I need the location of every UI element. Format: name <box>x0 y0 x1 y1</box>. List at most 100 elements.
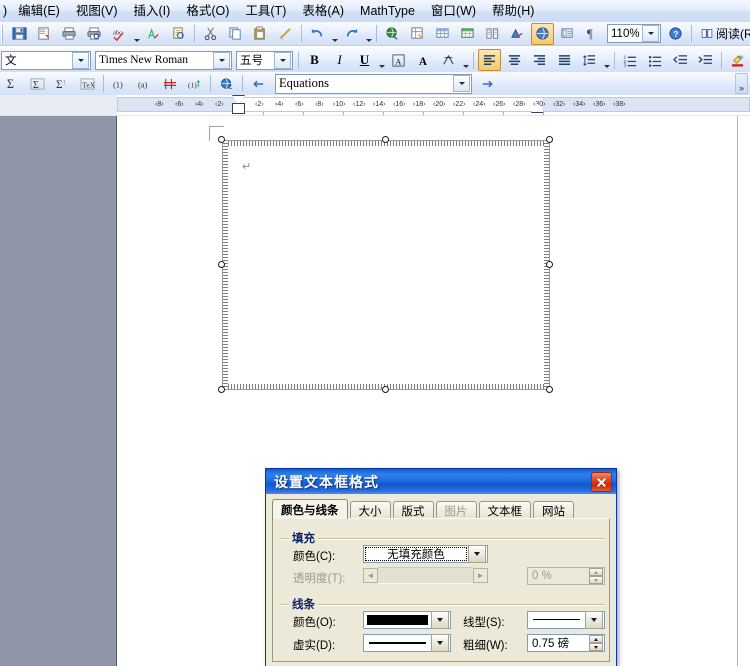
show-hide-formatting-icon[interactable]: ¶ <box>581 23 604 45</box>
font-combo[interactable]: Times New Roman <box>95 50 232 70</box>
line-weight-spin-down-icon[interactable] <box>589 643 603 651</box>
zoom-combo[interactable]: 110% <box>607 24 661 43</box>
equation-numbers-icon[interactable]: (1) <box>183 73 206 95</box>
insert-table-icon[interactable] <box>431 23 454 45</box>
format-painter-icon[interactable] <box>274 23 297 45</box>
resize-handle-sw[interactable] <box>218 386 225 393</box>
close-icon[interactable] <box>591 472 612 492</box>
menu-item-format[interactable]: 格式(O) <box>179 1 236 21</box>
insert-excel-worksheet-icon[interactable] <box>456 23 479 45</box>
style-combo[interactable]: 文 <box>1 50 91 70</box>
tab-layout[interactable]: 版式 <box>392 501 434 519</box>
line-weight-spin-buttons[interactable] <box>589 635 603 651</box>
right-numbered-equation-icon[interactable]: Σ! <box>51 73 74 95</box>
format-text-box-dialog[interactable]: 设置文本框格式 颜色与线条 大小 版式 图片 文本框 网站 填充 颜色(C): <box>265 468 617 666</box>
menu-item-0[interactable]: ) <box>1 1 9 21</box>
toolbar-options-icon[interactable]: » <box>735 73 748 94</box>
line-spacing-dropdown-icon[interactable] <box>602 48 611 72</box>
ruler-scale[interactable]: ‹8› ‹6› ‹4› ‹2› ‹2› ‹4› ‹6› ‹8› ‹10› ‹12› ‹14› ‹16›… <box>117 97 750 112</box>
menu-item-insert[interactable]: 插入(I) <box>127 1 178 21</box>
resize-handle-s[interactable] <box>382 386 389 393</box>
menu-item-tools[interactable]: 工具(T) <box>238 1 293 21</box>
bullet-list-icon[interactable] <box>644 49 667 71</box>
insert-arrow-icon[interactable] <box>247 73 270 95</box>
line-style-combo[interactable] <box>527 611 605 629</box>
equations-dropdown-arrow-icon[interactable] <box>453 75 470 92</box>
document-search-icon[interactable] <box>167 23 190 45</box>
display-equation-icon[interactable]: Σ <box>26 73 49 95</box>
thumbnails-icon[interactable] <box>556 23 579 45</box>
print-preview-icon[interactable] <box>83 23 106 45</box>
menu-item-window[interactable]: 窗口(W) <box>424 1 483 21</box>
read-button[interactable]: 阅读(R) <box>696 23 750 45</box>
undo-icon[interactable] <box>306 23 329 45</box>
undo-dropdown-icon[interactable] <box>330 22 339 46</box>
inline-equation-icon[interactable]: Σ <box>1 73 24 95</box>
increase-indent-icon[interactable] <box>694 49 717 71</box>
align-left-icon[interactable] <box>478 49 501 71</box>
line-color-combo[interactable] <box>363 611 451 629</box>
selected-text-box[interactable]: ↵ <box>218 136 553 393</box>
highlight-icon[interactable]: ab <box>726 49 749 71</box>
tab-size[interactable]: 大小 <box>349 501 391 519</box>
font-size-combo[interactable]: 五号 <box>236 50 293 70</box>
resize-handle-n[interactable] <box>382 136 389 143</box>
menu-item-help[interactable]: 帮助(H) <box>485 1 541 21</box>
toolbar-grip[interactable] <box>1 24 5 43</box>
line-weight-spin-up-icon[interactable] <box>589 635 603 643</box>
apply-equations-icon[interactable] <box>475 73 498 95</box>
tab-text-box[interactable]: 文本框 <box>478 501 531 519</box>
line-dashed-dropdown-arrow-icon[interactable] <box>431 634 449 652</box>
insert-number-icon[interactable]: (1) <box>108 73 131 95</box>
menu-item-edit[interactable]: 编辑(E) <box>11 1 67 21</box>
fill-color-dropdown-arrow-icon[interactable] <box>468 545 486 563</box>
bold-button[interactable]: B <box>303 49 326 71</box>
resize-handle-e[interactable] <box>546 261 553 268</box>
open-mail-icon[interactable] <box>33 23 56 45</box>
font-dropdown-arrow-icon[interactable] <box>213 51 230 69</box>
line-spacing-icon[interactable] <box>578 49 601 71</box>
tab-web[interactable]: 网站 <box>533 501 574 519</box>
spell-check-dropdown-icon[interactable] <box>132 22 141 46</box>
justify-icon[interactable] <box>553 49 576 71</box>
print-icon[interactable] <box>58 23 81 45</box>
help-icon[interactable]: ? <box>664 23 687 45</box>
align-center-icon[interactable] <box>503 49 526 71</box>
task-pane-panel[interactable] <box>0 116 116 666</box>
copy-icon[interactable] <box>224 23 247 45</box>
resize-handle-w[interactable] <box>218 261 225 268</box>
browse-web-icon[interactable]: Σ <box>215 73 238 95</box>
underline-button[interactable]: U <box>353 49 376 71</box>
spell-check-icon[interactable]: abc <box>108 23 131 45</box>
tables-borders-icon[interactable] <box>406 23 429 45</box>
paste-icon[interactable] <box>249 23 272 45</box>
redo-dropdown-icon[interactable] <box>364 22 373 46</box>
drawing-icon[interactable] <box>506 23 529 45</box>
line-style-dropdown-arrow-icon[interactable] <box>585 611 603 629</box>
document-map-icon[interactable] <box>531 22 554 45</box>
redo-icon[interactable] <box>340 23 363 45</box>
numbered-list-icon[interactable]: 123 <box>619 49 642 71</box>
format-equations-icon[interactable] <box>158 73 181 95</box>
decrease-indent-icon[interactable] <box>669 49 692 71</box>
insert-hyperlink-icon[interactable] <box>381 23 404 45</box>
dialog-title-bar[interactable]: 设置文本框格式 <box>266 469 616 494</box>
line-dashed-combo[interactable] <box>363 634 451 652</box>
align-right-icon[interactable] <box>528 49 551 71</box>
resize-handle-ne[interactable] <box>546 136 553 143</box>
line-color-dropdown-arrow-icon[interactable] <box>431 611 449 629</box>
equations-combo[interactable]: Equations <box>275 73 472 94</box>
line-weight-spinner[interactable]: 0.75 磅 <box>527 634 605 652</box>
cut-icon[interactable] <box>199 23 222 45</box>
menu-item-mathtype[interactable]: MathType <box>353 1 422 21</box>
menu-item-table[interactable]: 表格(A) <box>295 1 351 21</box>
insert-reference-icon[interactable]: (a) <box>133 73 156 95</box>
menu-item-view[interactable]: 视图(V) <box>69 1 125 21</box>
columns-icon[interactable] <box>481 23 504 45</box>
horizontal-ruler[interactable]: ‹8› ‹6› ‹4› ‹2› ‹2› ‹4› ‹6› ‹8› ‹10› ‹12› ‹14› ‹16›… <box>0 95 750 116</box>
resize-handle-se[interactable] <box>546 386 553 393</box>
zoom-dropdown-arrow-icon[interactable] <box>642 25 659 42</box>
font-size-dropdown-arrow-icon[interactable] <box>274 51 291 69</box>
italic-button[interactable]: I <box>328 49 351 71</box>
save-icon[interactable] <box>8 23 31 45</box>
